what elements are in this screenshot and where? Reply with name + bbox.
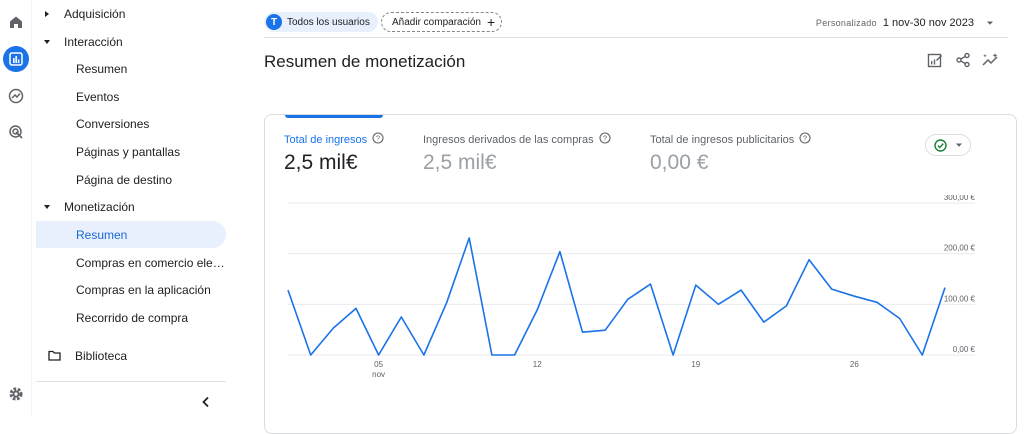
share-icon — [955, 52, 971, 68]
x-tick-label: 19 — [691, 360, 700, 369]
add-comparison-button[interactable]: Añadir comparación + — [381, 12, 503, 32]
sidebar-item-label: Resumen — [76, 227, 128, 242]
sidebar-group-label: Interacción — [64, 34, 123, 49]
sidebar-item-biblioteca[interactable]: Biblioteca — [36, 342, 226, 369]
revenue-line-chart: 300,00 € 200,00 € 100,00 € 0,00 € 05nov 12 19 2… — [287, 195, 976, 379]
home-icon[interactable] — [4, 10, 28, 34]
sidebar-item-label: Compras en la aplicación — [76, 282, 211, 297]
left-rail — [0, 0, 32, 416]
check-circle-icon — [933, 138, 947, 152]
sidebar-item-pagina-destino[interactable]: Página de destino — [36, 166, 226, 193]
customize-report-button[interactable] — [925, 50, 945, 70]
sidebar-item-compras-comercio[interactable]: Compras en comercio elec... — [36, 249, 226, 276]
collapse-sidebar-button[interactable] — [196, 392, 216, 412]
date-range-type: Personalizado — [815, 18, 877, 28]
sidebar-item-resumen-monetizacion[interactable]: Resumen — [36, 221, 226, 248]
sidebar-item-label: Eventos — [76, 89, 120, 104]
page-title: Resumen de monetización — [264, 52, 466, 71]
sidebar-item-eventos[interactable]: Eventos — [36, 83, 226, 110]
x-tick-sublabel: nov — [372, 370, 385, 379]
y-tick-label: 200,00 € — [944, 244, 976, 253]
reports-icon[interactable] — [3, 46, 29, 72]
sidebar-group-label: Adquisición — [64, 6, 126, 21]
help-icon[interactable]: ? — [799, 132, 811, 147]
metric-label: Total de ingresos — [284, 133, 368, 146]
plus-icon: + — [486, 14, 496, 30]
share-button[interactable] — [953, 50, 973, 70]
help-icon[interactable]: ? — [599, 132, 611, 147]
sidebar-item-label: Resumen — [76, 61, 128, 76]
sidebar-item-compras-aplicacion[interactable]: Compras en la aplicación — [36, 276, 226, 303]
audience-label: Todos los usuarios — [287, 16, 370, 28]
sidebar-item-label: Biblioteca — [75, 348, 128, 363]
revenue-series-line — [287, 237, 946, 356]
sidebar-nav: Adquisición Interacción Resumen Eventos … — [36, 0, 230, 416]
sidebar-group-adquisicion[interactable]: Adquisición — [36, 0, 226, 27]
date-range-picker[interactable]: Personalizado 1 nov-30 nov 2023 — [816, 14, 994, 32]
y-tick-label: 300,00 € — [944, 195, 976, 202]
audience-chip[interactable]: T Todos los usuarios — [264, 12, 378, 32]
metric-value: 2,5 mil€ — [423, 151, 497, 174]
explore-icon[interactable] — [4, 84, 28, 108]
metric-label: Total de ingresos publicitarios — [650, 133, 795, 146]
metric-tab-ingresos-publicitarios[interactable]: Total de ingresos publicitarios ? 0,00 € — [650, 132, 811, 175]
insights-icon — [982, 52, 1000, 68]
metric-tab-total-ingresos[interactable]: Total de ingresos ? 2,5 mil€ — [284, 132, 384, 175]
sidebar-item-conversiones[interactable]: Conversiones — [36, 110, 226, 137]
insights-button[interactable] — [981, 50, 1001, 70]
caret-down-icon — [986, 14, 994, 32]
date-range-value: 1 nov-30 nov 2023 — [882, 17, 974, 29]
sidebar-item-label: Recorrido de compra — [76, 310, 189, 325]
x-tick-label: 12 — [533, 360, 542, 369]
x-tick-label: 26 — [850, 360, 859, 369]
sidebar-item-recorrido-compra[interactable]: Recorrido de compra — [36, 304, 226, 331]
caret-down-icon — [42, 202, 52, 212]
y-tick-label: 0,00 € — [953, 345, 976, 354]
svg-text:?: ? — [803, 134, 807, 143]
svg-text:?: ? — [376, 134, 380, 143]
folder-icon — [48, 350, 61, 361]
svg-text:?: ? — [603, 134, 607, 143]
metric-label: Ingresos derivados de las compras — [423, 133, 594, 146]
sidebar-item-paginas-pantallas[interactable]: Páginas y pantallas — [36, 138, 226, 165]
settings-icon[interactable] — [4, 382, 28, 406]
sidebar-divider — [36, 381, 226, 382]
sidebar-group-interaccion[interactable]: Interacción — [36, 28, 226, 55]
sidebar-group-monetizacion[interactable]: Monetización — [36, 193, 226, 220]
top-bar: T Todos los usuarios Añadir comparación … — [264, 0, 1008, 38]
active-metric-indicator — [285, 115, 383, 118]
edit-report-icon — [927, 52, 943, 68]
metric-value: 0,00 € — [650, 151, 709, 174]
help-icon[interactable]: ? — [372, 132, 384, 147]
caret-right-icon — [42, 9, 52, 19]
add-comparison-label: Añadir comparación — [392, 16, 481, 28]
chart-type-selector[interactable] — [925, 134, 971, 156]
sidebar-item-label: Páginas y pantallas — [76, 144, 181, 159]
audience-avatar: T — [266, 14, 282, 30]
x-tick-label: 05 — [374, 360, 383, 369]
caret-down-icon — [42, 37, 52, 47]
sidebar-item-resumen-interaccion[interactable]: Resumen — [36, 55, 226, 82]
chevron-left-icon — [201, 396, 211, 408]
monetization-card: Total de ingresos ? 2,5 mil€ Ingresos de… — [264, 114, 1017, 434]
sidebar-group-label: Monetización — [64, 199, 135, 214]
sidebar-item-label: Página de destino — [76, 172, 173, 187]
metric-value: 2,5 mil€ — [284, 151, 358, 174]
y-tick-label: 100,00 € — [944, 294, 976, 303]
advertising-icon[interactable] — [4, 120, 28, 144]
sidebar-item-label: Compras en comercio elec... — [76, 255, 226, 270]
metric-tab-ingresos-compras[interactable]: Ingresos derivados de las compras ? 2,5 … — [423, 132, 611, 175]
caret-down-icon — [955, 141, 963, 149]
sidebar-item-label: Conversiones — [76, 116, 150, 131]
